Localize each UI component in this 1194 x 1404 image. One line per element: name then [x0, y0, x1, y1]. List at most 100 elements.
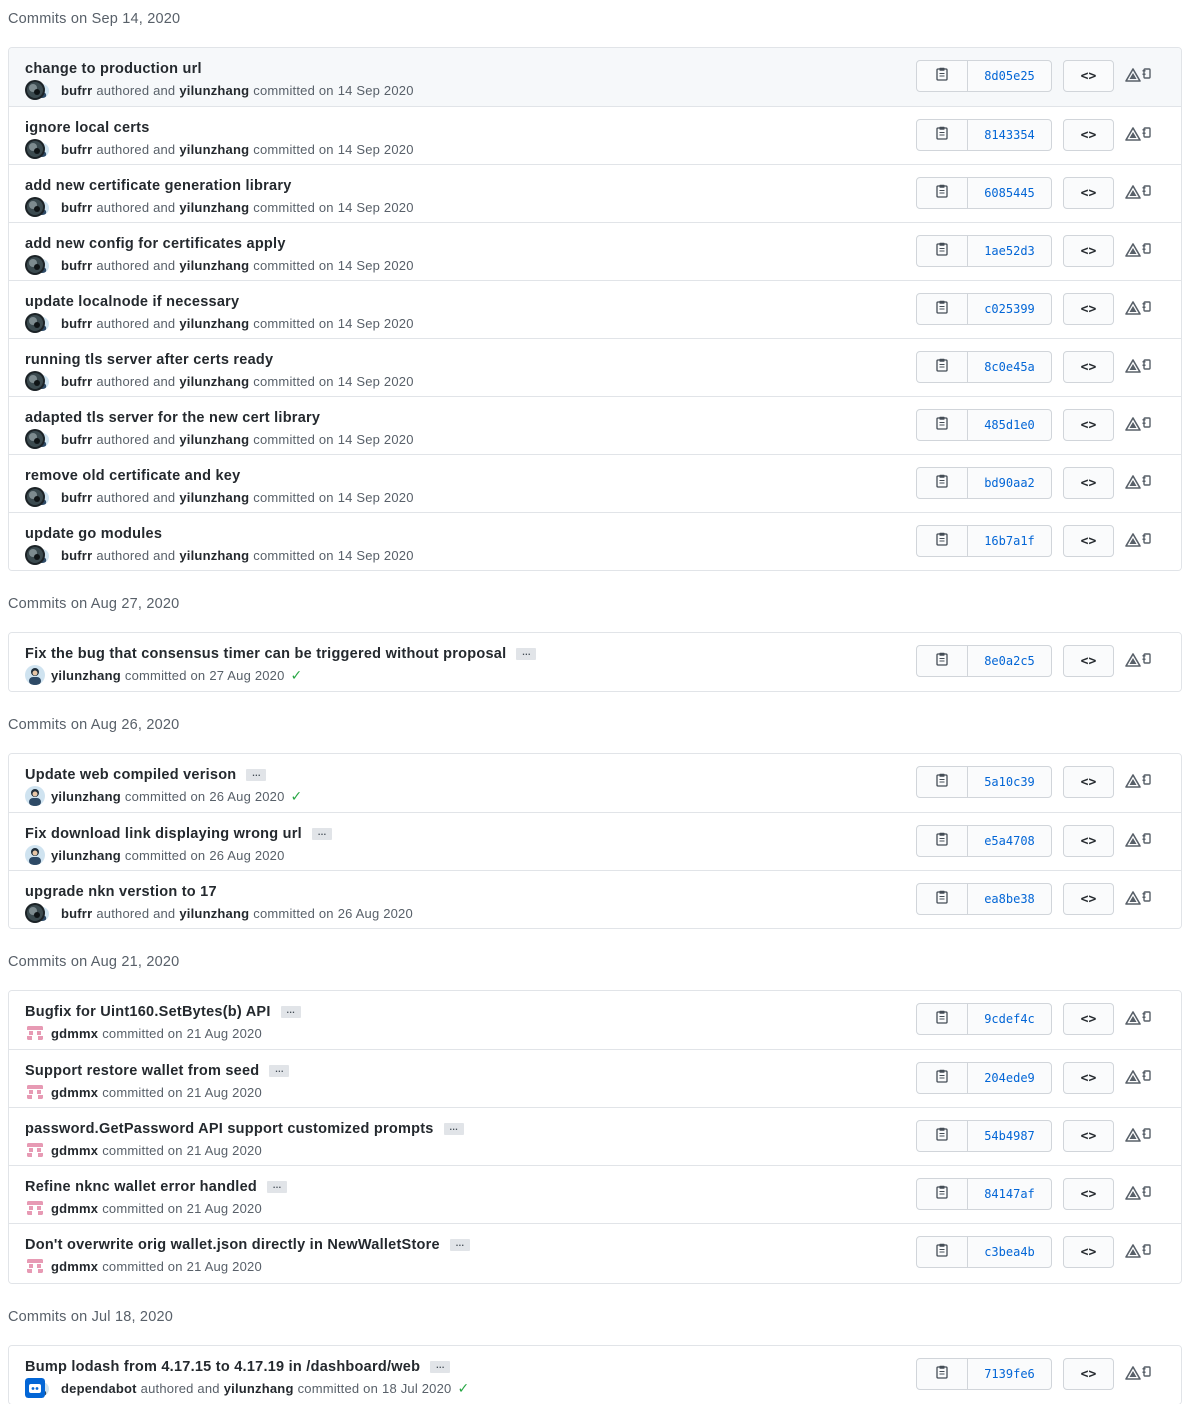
expand-message-button[interactable]: … [311, 828, 332, 840]
commit-message-link[interactable]: Refine nknc wallet error handled [25, 1179, 257, 1195]
copy-sha-button[interactable] [917, 352, 968, 382]
committer-link[interactable]: yilunzhang [179, 432, 249, 447]
extension-icons[interactable] [1125, 1068, 1155, 1088]
commit-sha-link[interactable]: 9cdef4c [968, 1004, 1051, 1034]
browse-repo-button[interactable]: <> [1063, 293, 1114, 325]
author-avatar[interactable] [25, 845, 45, 865]
committer-link[interactable]: yilunzhang [224, 1381, 294, 1396]
author-avatar[interactable] [25, 255, 45, 275]
commit-sha-link[interactable]: 16b7a1f [968, 526, 1051, 556]
commit-message-link[interactable]: upgrade nkn verstion to 17 [25, 884, 217, 900]
committer-link[interactable]: yilunzhang [179, 490, 249, 505]
extension-icons[interactable] [1125, 651, 1155, 671]
commit-sha-link[interactable]: 6085445 [968, 178, 1051, 208]
extension-icons[interactable] [1125, 1242, 1155, 1262]
commit-message-link[interactable]: Fix download link displaying wrong url [25, 826, 302, 842]
commit-sha-link[interactable]: 54b4987 [968, 1121, 1051, 1151]
commit-sha-link[interactable]: 8d05e25 [968, 61, 1051, 91]
commit-message-link[interactable]: Don't overwrite orig wallet.json directl… [25, 1237, 440, 1253]
browse-repo-button[interactable]: <> [1063, 235, 1114, 267]
author-avatar[interactable] [25, 665, 45, 685]
author-avatar[interactable] [25, 903, 45, 923]
expand-message-button[interactable]: … [269, 1065, 290, 1077]
expand-message-button[interactable]: … [430, 1361, 451, 1373]
commit-message-link[interactable]: Support restore wallet from seed [25, 1063, 259, 1079]
extension-icons[interactable] [1125, 125, 1155, 145]
expand-message-button[interactable]: … [280, 1006, 301, 1018]
browse-repo-button[interactable]: <> [1063, 60, 1114, 92]
author-link[interactable]: yilunzhang [51, 789, 121, 804]
browse-repo-button[interactable]: <> [1063, 525, 1114, 557]
committer-link[interactable]: yilunzhang [179, 142, 249, 157]
committer-link[interactable]: yilunzhang [179, 548, 249, 563]
browse-repo-button[interactable]: <> [1063, 1358, 1114, 1390]
extension-icons[interactable] [1125, 531, 1155, 551]
expand-message-button[interactable]: … [267, 1181, 287, 1193]
commit-sha-link[interactable]: 204ede9 [968, 1063, 1051, 1093]
extension-icons[interactable] [1125, 357, 1155, 377]
author-link[interactable]: bufrr [61, 142, 92, 157]
copy-sha-button[interactable] [917, 526, 968, 556]
browse-repo-button[interactable]: <> [1063, 351, 1114, 383]
commit-sha-link[interactable]: 8143354 [968, 120, 1051, 150]
committer-link[interactable]: yilunzhang [179, 316, 249, 331]
committer-link[interactable]: yilunzhang [179, 200, 249, 215]
commit-message-link[interactable]: remove old certificate and key [25, 468, 240, 484]
author-link[interactable]: bufrr [61, 258, 92, 273]
commit-sha-link[interactable]: e5a4708 [968, 826, 1051, 856]
extension-icons[interactable] [1125, 299, 1155, 319]
extension-icons[interactable] [1125, 772, 1155, 792]
commit-sha-link[interactable]: c3bea4b [968, 1237, 1051, 1267]
browse-repo-button[interactable]: <> [1063, 1236, 1114, 1268]
extension-icons[interactable] [1125, 831, 1155, 851]
copy-sha-button[interactable] [917, 294, 968, 324]
author-avatar[interactable] [25, 487, 45, 507]
extension-icons[interactable] [1125, 1009, 1155, 1029]
browse-repo-button[interactable]: <> [1063, 1178, 1114, 1210]
copy-sha-button[interactable] [917, 1359, 968, 1389]
browse-repo-button[interactable]: <> [1063, 1120, 1114, 1152]
author-avatar[interactable] [25, 1256, 45, 1276]
commit-message-link[interactable]: add new certificate generation library [25, 178, 292, 194]
browse-repo-button[interactable]: <> [1063, 467, 1114, 499]
copy-sha-button[interactable] [917, 410, 968, 440]
extension-icons[interactable] [1125, 415, 1155, 435]
author-avatar[interactable] [25, 197, 45, 217]
browse-repo-button[interactable]: <> [1063, 1062, 1114, 1094]
copy-sha-button[interactable] [917, 646, 968, 676]
committer-link[interactable]: yilunzhang [179, 906, 249, 921]
commit-sha-link[interactable]: 485d1e0 [968, 410, 1051, 440]
extension-icons[interactable] [1125, 183, 1155, 203]
author-avatar[interactable] [25, 1198, 45, 1218]
commit-message-link[interactable]: update go modules [25, 526, 162, 542]
author-avatar[interactable] [25, 313, 45, 333]
author-avatar[interactable] [25, 1023, 45, 1043]
author-link[interactable]: bufrr [61, 548, 92, 563]
check-icon[interactable]: ✓ [291, 788, 303, 805]
author-link[interactable]: gdmmx [51, 1026, 98, 1041]
browse-repo-button[interactable]: <> [1063, 825, 1114, 857]
author-link[interactable]: bufrr [61, 432, 92, 447]
check-icon[interactable]: ✓ [457, 1380, 469, 1397]
commit-message-link[interactable]: Bugfix for Uint160.SetBytes(b) API [25, 1004, 271, 1020]
copy-sha-button[interactable] [917, 1121, 968, 1151]
expand-message-button[interactable]: … [443, 1123, 464, 1135]
author-link[interactable]: dependabot [61, 1381, 137, 1396]
copy-sha-button[interactable] [917, 61, 968, 91]
author-link[interactable]: gdmmx [51, 1259, 98, 1274]
commit-message-link[interactable]: Bump lodash from 4.17.15 to 4.17.19 in /… [25, 1359, 420, 1375]
author-avatar[interactable] [25, 1378, 45, 1398]
copy-sha-button[interactable] [917, 1179, 968, 1209]
browse-repo-button[interactable]: <> [1063, 409, 1114, 441]
author-avatar[interactable] [25, 1140, 45, 1160]
author-avatar[interactable] [25, 139, 45, 159]
author-avatar[interactable] [25, 1082, 45, 1102]
check-icon[interactable]: ✓ [291, 667, 303, 684]
browse-repo-button[interactable]: <> [1063, 883, 1114, 915]
copy-sha-button[interactable] [917, 884, 968, 914]
commit-message-link[interactable]: adapted tls server for the new cert libr… [25, 410, 320, 426]
copy-sha-button[interactable] [917, 1237, 968, 1267]
commit-message-link[interactable]: Fix the bug that consensus timer can be … [25, 646, 506, 662]
commit-message-link[interactable]: change to production url [25, 61, 202, 77]
extension-icons[interactable] [1125, 1184, 1155, 1204]
